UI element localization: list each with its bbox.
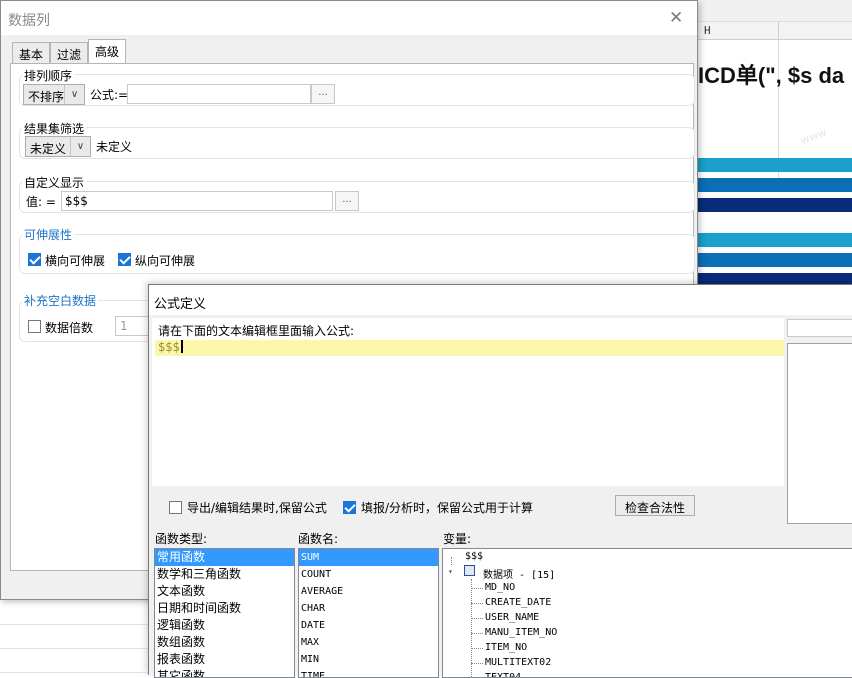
variable-item[interactable]: TEXT04: [485, 672, 521, 677]
bar: [696, 198, 852, 212]
value-label: 值: =: [26, 195, 56, 209]
function-type-label: 函数类型:: [155, 532, 208, 546]
column-dialog-titlebar: 数据列 ✕: [1, 1, 697, 35]
data-multiple-checkbox[interactable]: [28, 320, 41, 333]
side-preview-box: [787, 343, 852, 524]
function-type-item[interactable]: 其它函数: [155, 668, 294, 677]
data-multiple-label: 数据倍数: [45, 321, 94, 335]
tab-advanced[interactable]: 高级: [88, 39, 127, 64]
function-name-item[interactable]: DATE: [299, 617, 438, 634]
variable-label: 变量:: [443, 532, 472, 546]
tab-filter[interactable]: 过滤: [50, 42, 89, 63]
sort-group-title: 排列顺序: [22, 67, 75, 84]
function-name-item[interactable]: CHAR: [299, 600, 438, 617]
stretch-group-title: 可伸展性: [22, 226, 75, 243]
tree-expand-icon[interactable]: ▾: [448, 567, 453, 576]
column-dialog-title: 数据列: [8, 13, 50, 29]
variable-item[interactable]: MULTITEXT02: [485, 657, 551, 668]
function-type-item[interactable]: 数组函数: [155, 634, 294, 651]
function-name-item[interactable]: MAX: [299, 634, 438, 651]
formula-dialog: 公式定义 请在下面的文本编辑框里面输入公式: $$$ 导出/编辑结果时,保留公式…: [148, 284, 852, 678]
function-name-item[interactable]: COUNT: [299, 566, 438, 583]
function-type-item[interactable]: 日期和时间函数: [155, 600, 294, 617]
column-header-label: H: [704, 24, 711, 37]
keep-formula-export-checkbox[interactable]: [169, 501, 182, 514]
keep-formula-fill-checkbox[interactable]: [343, 501, 356, 514]
close-icon[interactable]: ✕: [669, 8, 683, 28]
keep-formula-fill-label: 填报/分析时，保留公式用于计算: [361, 501, 534, 515]
vertical-stretch-label: 纵向可伸展: [135, 254, 196, 268]
display-value-input[interactable]: $$$: [61, 191, 333, 211]
variable-item[interactable]: CREATE_DATE: [485, 597, 551, 608]
column-header: H: [696, 22, 852, 40]
filter-group-title: 结果集筛选: [22, 120, 87, 137]
variable-tree[interactable]: $$$ ▾ 数据项 - [15] MD_NO CREATE_DATE USER_NA…: [442, 548, 852, 678]
custom-display-group-title: 自定义显示: [22, 174, 87, 191]
horizontal-stretch-label: 横向可伸展: [45, 254, 106, 268]
sort-select[interactable]: 不排序 ∨: [23, 84, 85, 105]
function-type-item[interactable]: 逻辑函数: [155, 617, 294, 634]
sort-formula-browse-button[interactable]: ...: [311, 84, 335, 104]
function-name-item[interactable]: TIME: [299, 668, 438, 677]
filter-select[interactable]: 未定义 ∨: [25, 136, 91, 157]
padding-group-title: 补充空白数据: [22, 292, 99, 309]
formula-text: $$$: [158, 340, 180, 354]
sort-formula-input[interactable]: [127, 84, 311, 104]
horizontal-stretch-checkbox[interactable]: [28, 253, 41, 266]
side-input[interactable]: [787, 319, 852, 337]
bar: [696, 178, 852, 192]
variable-item[interactable]: ITEM_NO: [485, 642, 527, 653]
chevron-down-icon: ∨: [70, 137, 90, 156]
function-name-list[interactable]: SUM COUNT AVERAGE CHAR DATE MAX MIN TIME: [298, 548, 439, 678]
text-caret: [180, 340, 183, 353]
bar: [696, 253, 852, 267]
tree-root[interactable]: $$$: [465, 551, 483, 562]
formula-current-line[interactable]: $$$: [155, 340, 784, 356]
watermark: www: [798, 125, 829, 148]
bar: [696, 233, 852, 247]
variable-item[interactable]: USER_NAME: [485, 612, 539, 623]
function-name-item[interactable]: SUM: [299, 549, 438, 566]
function-type-item[interactable]: 文本函数: [155, 583, 294, 600]
filter-side-text: 未定义: [96, 140, 133, 154]
function-type-item[interactable]: 常用函数: [155, 549, 294, 566]
function-name-item[interactable]: MIN: [299, 651, 438, 668]
check-validity-button[interactable]: 检查合法性: [615, 495, 695, 516]
function-name-label: 函数名:: [298, 532, 339, 546]
filter-select-value: 未定义: [30, 142, 67, 156]
formula-editor[interactable]: 请在下面的文本编辑框里面输入公式: $$$: [152, 318, 784, 486]
function-type-list[interactable]: 常用函数 数学和三角函数 文本函数 日期和时间函数 逻辑函数 数组函数 报表函数 其它函数: [154, 548, 295, 678]
display-value-browse-button[interactable]: ...: [335, 191, 359, 211]
vertical-stretch-checkbox[interactable]: [118, 253, 131, 266]
sort-select-value: 不排序: [28, 90, 65, 104]
formula-hint: 请在下面的文本编辑框里面输入公式:: [158, 324, 355, 338]
function-name-item[interactable]: AVERAGE: [299, 583, 438, 600]
tab-basic[interactable]: 基本: [12, 42, 51, 63]
chevron-down-icon: ∨: [64, 85, 84, 104]
keep-formula-export-label: 导出/编辑结果时,保留公式: [187, 501, 327, 515]
function-type-item[interactable]: 报表函数: [155, 651, 294, 668]
formula-dialog-title: 公式定义: [154, 297, 207, 312]
function-type-item[interactable]: 数学和三角函数: [155, 566, 294, 583]
formula-label: 公式:=: [90, 88, 129, 102]
cell-text: ICD单(", $s da: [698, 63, 845, 88]
variable-item[interactable]: MANU_ITEM_NO: [485, 627, 557, 638]
variable-item[interactable]: MD_NO: [485, 582, 515, 593]
formula-dialog-titlebar: 公式定义: [149, 285, 852, 315]
dataset-icon: [464, 565, 475, 576]
tree-data-group[interactable]: 数据项 - [15]: [483, 566, 555, 581]
bar: [696, 158, 852, 172]
